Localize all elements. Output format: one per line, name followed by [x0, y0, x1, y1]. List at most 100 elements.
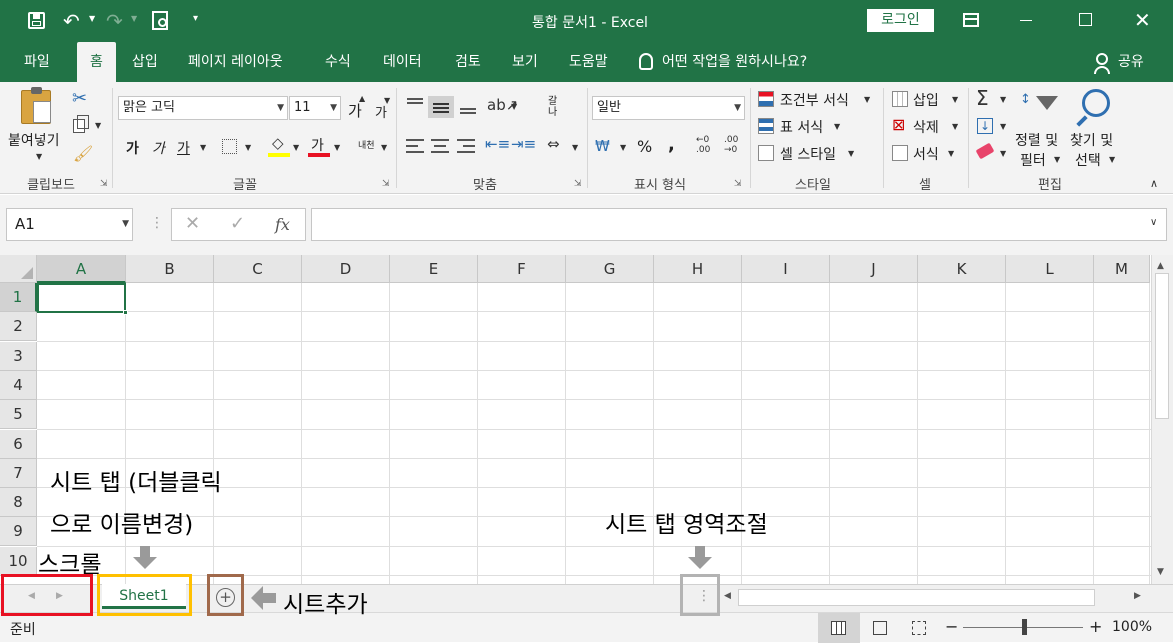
scroll-up-icon[interactable]: ▲ [1157, 261, 1164, 271]
tab-home[interactable]: 홈 [77, 42, 116, 82]
share-button[interactable]: 공유 [1118, 42, 1144, 82]
zoom-in-icon[interactable]: + [1089, 617, 1102, 636]
decrease-indent-icon[interactable]: ⇤≡ [485, 135, 510, 153]
phonetic-button[interactable]: 내천 [358, 138, 375, 151]
fill-dropdown-icon[interactable]: ▼ [1000, 122, 1006, 131]
table-format-icon[interactable] [758, 118, 774, 134]
table-format-button[interactable]: 표 서식 [780, 117, 823, 137]
ribbon-display-icon[interactable] [963, 13, 979, 27]
cell-style-icon[interactable] [758, 145, 774, 161]
paste-dropdown-icon[interactable]: ▼ [36, 152, 42, 161]
column-header-m[interactable]: M [1094, 255, 1150, 283]
increase-indent-icon[interactable]: ⇥≡ [511, 135, 536, 153]
tab-formulas[interactable]: 수식 [325, 42, 351, 82]
sort-filter-label-1[interactable]: 정렬 및 [1015, 130, 1058, 150]
fill-color-icon[interactable]: ◇ [272, 134, 284, 152]
row-header-8[interactable]: 8 [0, 488, 37, 518]
insert-cells-button[interactable]: 삽입 [913, 90, 939, 110]
conditional-dropdown-icon[interactable]: ▼ [864, 95, 870, 104]
underline-button[interactable]: 가 [177, 138, 190, 158]
minimize-icon[interactable] [1020, 20, 1032, 21]
align-center-icon[interactable] [431, 139, 449, 153]
row-header-2[interactable]: 2 [0, 312, 37, 342]
number-launcher-icon[interactable]: ⇲ [734, 179, 742, 189]
tab-page-layout[interactable]: 페이지 레이아웃 [188, 42, 283, 82]
clipboard-launcher-icon[interactable]: ⇲ [100, 179, 108, 189]
scroll-down-icon[interactable]: ▼ [1157, 567, 1164, 577]
column-header-f[interactable]: F [478, 255, 566, 283]
active-cell-highlight[interactable] [37, 283, 128, 315]
scroll-left-icon[interactable]: ◀ [724, 591, 731, 601]
row-header-7[interactable]: 7 [0, 458, 37, 488]
delete-cells-icon[interactable]: ⊠ [892, 115, 905, 134]
align-left-icon[interactable] [406, 139, 424, 153]
row-header-4[interactable]: 4 [0, 370, 37, 400]
sort-filter-icon[interactable]: ↕ [1020, 92, 1031, 107]
print-preview-icon[interactable] [152, 11, 168, 30]
customize-qat-icon[interactable]: ▾ [193, 13, 198, 24]
horizontal-scroll-thumb[interactable] [738, 589, 1095, 606]
find-select-icon[interactable] [1082, 89, 1110, 117]
align-top-icon[interactable] [405, 96, 425, 114]
row-header-10[interactable]: 10 [0, 546, 37, 576]
vertical-scroll-thumb[interactable] [1155, 273, 1169, 419]
column-header-j[interactable]: J [830, 255, 918, 283]
tab-file[interactable]: 파일 [24, 42, 50, 82]
cell-style-dropdown-icon[interactable]: ▼ [848, 149, 854, 158]
row-header-9[interactable]: 9 [0, 517, 37, 547]
underline-dropdown-icon[interactable]: ▼ [200, 143, 206, 152]
border-icon[interactable] [222, 139, 237, 154]
zoom-out-icon[interactable]: − [945, 617, 958, 636]
format-painter-icon[interactable]: 🖌 [73, 144, 93, 163]
tab-insert[interactable]: 삽입 [132, 42, 158, 82]
paste-icon[interactable] [21, 87, 51, 124]
column-header-g[interactable]: G [566, 255, 654, 283]
row-header-5[interactable]: 5 [0, 400, 37, 430]
name-box[interactable]: A1 ▼ [6, 208, 133, 241]
column-header-l[interactable]: L [1006, 255, 1094, 283]
italic-button[interactable]: 가 [152, 138, 165, 158]
tab-review[interactable]: 검토 [455, 42, 481, 82]
paste-label[interactable]: 붙여넣기 [8, 130, 60, 150]
align-bottom-icon[interactable] [458, 96, 478, 116]
format-cells-button[interactable]: 서식 [913, 144, 939, 164]
clear-icon[interactable] [975, 142, 995, 160]
tab-view[interactable]: 보기 [512, 42, 538, 82]
delete-dropdown-icon[interactable]: ▼ [952, 122, 958, 131]
border-dropdown-icon[interactable]: ▼ [245, 143, 251, 152]
insert-function-button[interactable]: fx [275, 215, 290, 234]
collapse-ribbon-icon[interactable]: ∧ [1150, 177, 1158, 190]
column-header-a[interactable]: A [37, 255, 126, 283]
merge-dropdown-icon[interactable]: ▼ [572, 143, 578, 152]
expand-formula-icon[interactable]: ∨ [1150, 217, 1157, 228]
clear-dropdown-icon[interactable]: ▼ [1000, 149, 1006, 158]
zoom-slider-thumb[interactable] [1022, 619, 1027, 635]
delete-cells-button[interactable]: 삭제 [913, 117, 939, 137]
redo-icon[interactable]: ↷ [106, 9, 123, 33]
tell-me-search[interactable]: 어떤 작업을 원하시나요? [662, 42, 807, 82]
sort-filter-dropdown-icon[interactable]: ▼ [1054, 155, 1060, 164]
undo-dropdown-icon[interactable]: ▼ [89, 14, 95, 23]
cell-style-button[interactable]: 셀 스타일 [780, 144, 836, 164]
merge-center-icon[interactable]: ⇔ [547, 135, 560, 153]
login-button[interactable]: 로그인 [867, 9, 934, 32]
scroll-right-icon[interactable]: ▶ [1134, 591, 1141, 601]
phonetic-dropdown-icon[interactable]: ▼ [381, 143, 387, 152]
orientation-dropdown-icon[interactable]: ▼ [511, 102, 517, 111]
font-launcher-icon[interactable]: ⇲ [382, 179, 390, 189]
cut-icon[interactable]: ✂ [72, 88, 87, 109]
align-right-icon[interactable] [457, 139, 475, 153]
percent-button[interactable]: % [637, 137, 652, 156]
tab-help[interactable]: 도움말 [569, 42, 608, 82]
insert-cells-icon[interactable] [892, 91, 908, 107]
font-color-button[interactable]: 가 [311, 135, 324, 155]
fill-icon[interactable]: ↓ [977, 118, 993, 134]
alignment-launcher-icon[interactable]: ⇲ [574, 179, 582, 189]
conditional-format-icon[interactable] [758, 91, 774, 107]
row-header-3[interactable]: 3 [0, 341, 37, 371]
column-header-c[interactable]: C [214, 255, 302, 283]
confirm-entry-icon[interactable]: ✓ [230, 213, 245, 234]
currency-dropdown-icon[interactable]: ▼ [620, 143, 626, 152]
normal-view-icon[interactable] [818, 613, 860, 643]
autosum-dropdown-icon[interactable]: ▼ [1000, 95, 1006, 104]
